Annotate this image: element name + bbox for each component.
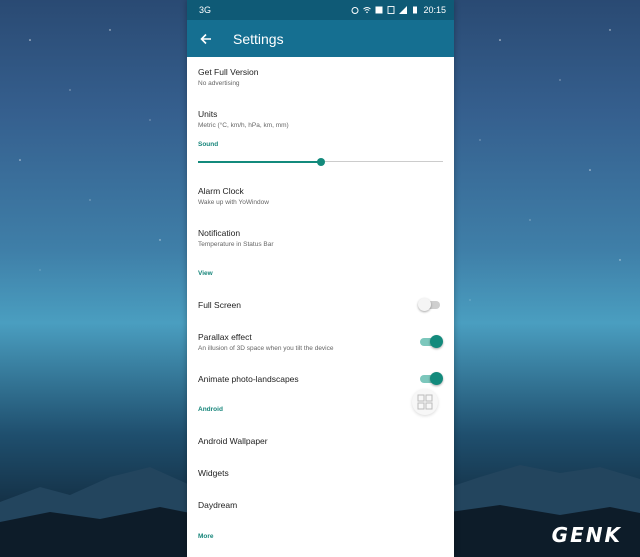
clock: 20:15: [423, 5, 446, 15]
category-sound: Sound: [198, 141, 219, 148]
wifi-icon: [363, 7, 372, 14]
setting-full-screen[interactable]: Full Screen: [198, 300, 444, 310]
app-bar: Settings: [187, 20, 454, 57]
sound-slider-fill: [198, 160, 321, 163]
setting-label: Alarm Clock: [198, 186, 244, 196]
setting-summary: An illusion of 3D space when you tilt th…: [198, 345, 334, 352]
setting-summary: Wake up with YoWindow: [198, 199, 269, 206]
grid-menu-icon[interactable]: [412, 389, 438, 415]
category-more: More: [198, 533, 214, 540]
setting-summary: No advertising: [198, 80, 240, 87]
setting-label: Daydream: [198, 500, 238, 510]
page-title: Settings: [233, 30, 284, 47]
alarm-icon: [351, 7, 359, 14]
setting-label: Widgets: [198, 468, 229, 478]
signal-icon: [399, 6, 408, 14]
setting-label: Get Full Version: [198, 67, 259, 77]
setting-label: Notification: [198, 228, 241, 238]
animate-toggle[interactable]: [420, 372, 443, 385]
setting-parallax-effect[interactable]: Parallax effect An illusion of 3D space …: [198, 332, 444, 352]
setting-label: Parallax effect: [198, 332, 252, 342]
setting-units[interactable]: Units Metric (°C, km/h, hPa, km, mm): [198, 109, 444, 129]
toggle-knob: [430, 372, 443, 385]
setting-animate-photo-landscapes[interactable]: Animate photo-landscapes: [198, 374, 444, 384]
status-bar: 3G 20:15: [187, 0, 454, 20]
setting-label: Units: [198, 109, 218, 119]
setting-daydream[interactable]: Daydream: [198, 500, 444, 510]
nfc-icon: [375, 6, 383, 14]
phone-screen: 3G 20:15 Settings Get Full Version No ad…: [187, 0, 454, 557]
watermark-logo: GENK: [551, 523, 622, 547]
setting-label: Animate photo-landscapes: [198, 374, 299, 384]
setting-summary: Temperature in Status Bar: [198, 241, 274, 248]
sound-slider-thumb[interactable]: [316, 157, 325, 166]
setting-summary: Metric (°C, km/h, hPa, km, mm): [198, 122, 289, 129]
full-screen-toggle[interactable]: [418, 298, 440, 311]
sim-icon: [388, 6, 395, 14]
parallax-toggle[interactable]: [420, 335, 443, 348]
setting-label: Full Screen: [198, 300, 241, 310]
network-indicator: 3G: [199, 5, 212, 15]
back-arrow-icon[interactable]: [199, 32, 213, 46]
setting-notification[interactable]: Notification Temperature in Status Bar: [198, 228, 444, 248]
setting-get-full-version[interactable]: Get Full Version No advertising: [198, 67, 444, 87]
sound-slider[interactable]: [198, 157, 443, 166]
battery-icon: [413, 6, 418, 14]
setting-widgets[interactable]: Widgets: [198, 468, 444, 478]
category-view: View: [198, 270, 213, 277]
setting-alarm-clock[interactable]: Alarm Clock Wake up with YoWindow: [198, 186, 444, 206]
toggle-knob: [430, 335, 443, 348]
setting-android-wallpaper[interactable]: Android Wallpaper: [198, 436, 444, 446]
toggle-knob: [418, 298, 431, 311]
setting-label: Android Wallpaper: [198, 436, 268, 446]
category-android: Android: [198, 406, 223, 413]
